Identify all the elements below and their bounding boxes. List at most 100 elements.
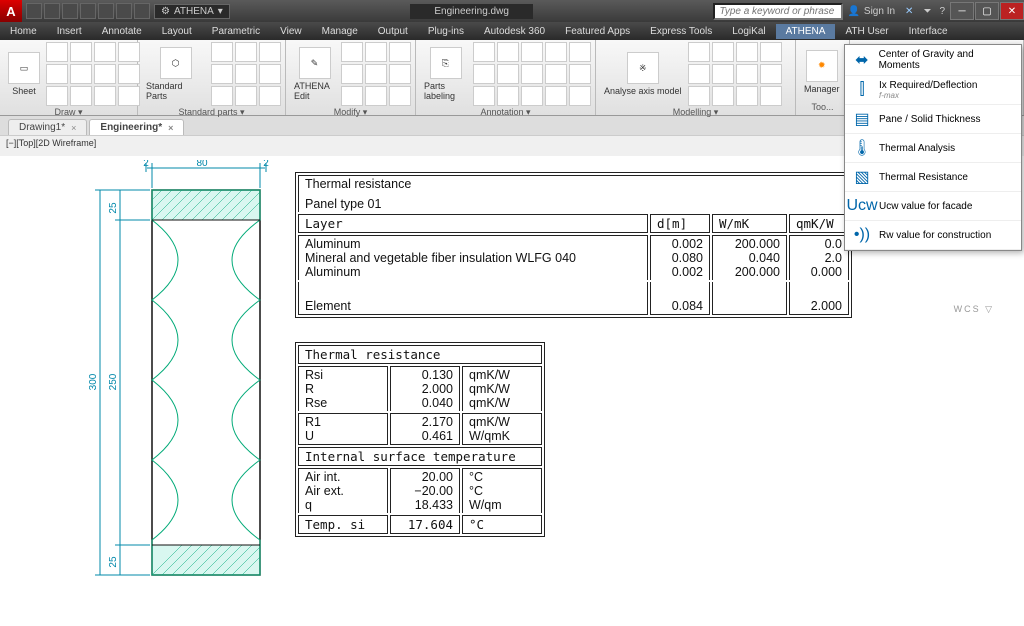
- ribbon-btn[interactable]: [545, 64, 567, 84]
- panel-title-annotation[interactable]: Annotation ▾: [420, 106, 591, 119]
- ribbon-btn[interactable]: [211, 64, 233, 84]
- ribbon-btn[interactable]: [70, 86, 92, 106]
- ribbon-btn[interactable]: [235, 64, 257, 84]
- ribbon-btn[interactable]: [545, 86, 567, 106]
- ribbon-btn[interactable]: [70, 42, 92, 62]
- ribbon-btn[interactable]: [736, 64, 758, 84]
- athena-edit-button[interactable]: ✎ ATHENA Edit: [290, 45, 339, 103]
- sheet-button[interactable]: ▭ Sheet: [4, 50, 44, 98]
- ribbon-btn[interactable]: [341, 86, 363, 106]
- ribbon-btn[interactable]: [688, 64, 710, 84]
- ribbon-btn[interactable]: [569, 86, 591, 106]
- ribbon-btn[interactable]: [389, 42, 411, 62]
- qat-print[interactable]: [98, 3, 114, 19]
- ribbon-btn[interactable]: [569, 42, 591, 62]
- ribbon-btn[interactable]: [521, 42, 543, 62]
- ribbon-btn[interactable]: [94, 64, 116, 84]
- tab-output[interactable]: Output: [368, 24, 418, 39]
- tab-manage[interactable]: Manage: [312, 24, 368, 39]
- tab-express-tools[interactable]: Express Tools: [640, 24, 722, 39]
- flyout-item[interactable]: ▧Thermal Resistance: [845, 163, 1021, 192]
- ribbon-btn[interactable]: [46, 64, 68, 84]
- qat-redo[interactable]: [134, 3, 150, 19]
- workspace-dropdown[interactable]: ⚙ ATHENA ▾: [154, 4, 230, 19]
- ribbon-btn[interactable]: [259, 42, 281, 62]
- ribbon-btn[interactable]: [521, 64, 543, 84]
- ribbon-btn[interactable]: [760, 64, 782, 84]
- wcs-label[interactable]: WCS ▽: [954, 304, 994, 315]
- ribbon-btn[interactable]: [688, 42, 710, 62]
- tab-home[interactable]: Home: [0, 24, 47, 39]
- ribbon-btn[interactable]: [365, 42, 387, 62]
- ribbon-btn[interactable]: [736, 42, 758, 62]
- tab-ath-user[interactable]: ATH User: [835, 24, 898, 39]
- tab-view[interactable]: View: [270, 24, 312, 39]
- ribbon-btn[interactable]: [365, 64, 387, 84]
- tab-athena[interactable]: ATHENA: [776, 24, 836, 39]
- ribbon-btn[interactable]: [46, 42, 68, 62]
- qat-new[interactable]: [26, 3, 42, 19]
- ribbon-btn[interactable]: [569, 64, 591, 84]
- ribbon-btn[interactable]: [70, 64, 92, 84]
- search-input[interactable]: [713, 3, 843, 20]
- ribbon-btn[interactable]: [497, 64, 519, 84]
- doctab[interactable]: Engineering*×: [89, 119, 184, 135]
- ribbon-btn[interactable]: [389, 86, 411, 106]
- ribbon-btn[interactable]: [259, 86, 281, 106]
- qat-save[interactable]: [62, 3, 78, 19]
- ribbon-btn[interactable]: [211, 86, 233, 106]
- ribbon-btn[interactable]: [497, 42, 519, 62]
- sign-in-button[interactable]: 👤 Sign In: [843, 6, 899, 17]
- ribbon-btn[interactable]: [341, 42, 363, 62]
- ribbon-btn[interactable]: [688, 86, 710, 106]
- qat-open[interactable]: [44, 3, 60, 19]
- flyout-item[interactable]: ⫿Ix Required/Deflectionf-max: [845, 76, 1021, 105]
- ribbon-btn[interactable]: [211, 42, 233, 62]
- flyout-item[interactable]: 🌡Thermal Analysis: [845, 134, 1021, 163]
- doctab[interactable]: Drawing1*×: [8, 119, 87, 135]
- ribbon-btn[interactable]: [94, 86, 116, 106]
- ribbon-btn[interactable]: [259, 64, 281, 84]
- ribbon-btn[interactable]: [118, 42, 140, 62]
- flyout-item[interactable]: UcwUcw value for facade: [845, 192, 1021, 221]
- panel-title-modify[interactable]: Modify ▾: [290, 106, 411, 119]
- ribbon-btn[interactable]: [712, 42, 734, 62]
- analyse-axis-button[interactable]: ※ Analyse axis model: [600, 50, 686, 98]
- flyout-item[interactable]: •))Rw value for construction: [845, 221, 1021, 250]
- ribbon-btn[interactable]: [712, 86, 734, 106]
- ribbon-btn[interactable]: [521, 86, 543, 106]
- panel-title-draw[interactable]: Draw ▾: [4, 106, 133, 119]
- tab-insert[interactable]: Insert: [47, 24, 92, 39]
- ribbon-btn[interactable]: [736, 86, 758, 106]
- ribbon-btn[interactable]: [760, 86, 782, 106]
- ribbon-btn[interactable]: [473, 42, 495, 62]
- ribbon-btn[interactable]: [118, 86, 140, 106]
- close-button[interactable]: ✕: [1000, 2, 1024, 20]
- help-dropdown[interactable]: ⏷: [919, 6, 935, 17]
- minimize-button[interactable]: ─: [950, 2, 974, 20]
- ribbon-btn[interactable]: [118, 64, 140, 84]
- ribbon-btn[interactable]: [341, 64, 363, 84]
- ribbon-btn[interactable]: [46, 86, 68, 106]
- ribbon-btn[interactable]: [473, 86, 495, 106]
- app-menu-button[interactable]: A: [0, 0, 22, 22]
- manager-button[interactable]: ✹ Manager: [800, 48, 844, 96]
- tab-logikal[interactable]: LogiKal: [722, 24, 775, 39]
- tab-plug-ins[interactable]: Plug-ins: [418, 24, 474, 39]
- flyout-item[interactable]: ▤Pane / Solid Thickness: [845, 105, 1021, 134]
- maximize-button[interactable]: ▢: [975, 2, 999, 20]
- qat-saveas[interactable]: [80, 3, 96, 19]
- qat-undo[interactable]: [116, 3, 132, 19]
- ribbon-btn[interactable]: [94, 42, 116, 62]
- ribbon-btn[interactable]: [545, 42, 567, 62]
- close-icon[interactable]: ×: [168, 123, 173, 133]
- ribbon-btn[interactable]: [235, 42, 257, 62]
- standard-parts-button[interactable]: ⬡ Standard Parts: [142, 45, 209, 103]
- tab-layout[interactable]: Layout: [152, 24, 202, 39]
- panel-title-modelling[interactable]: Modelling ▾: [600, 106, 791, 119]
- flyout-item[interactable]: ⬌Center of Gravity and Moments: [845, 45, 1021, 76]
- ribbon-btn[interactable]: [760, 42, 782, 62]
- ribbon-btn[interactable]: [365, 86, 387, 106]
- help-icon[interactable]: ?: [935, 6, 949, 17]
- tab-annotate[interactable]: Annotate: [92, 24, 152, 39]
